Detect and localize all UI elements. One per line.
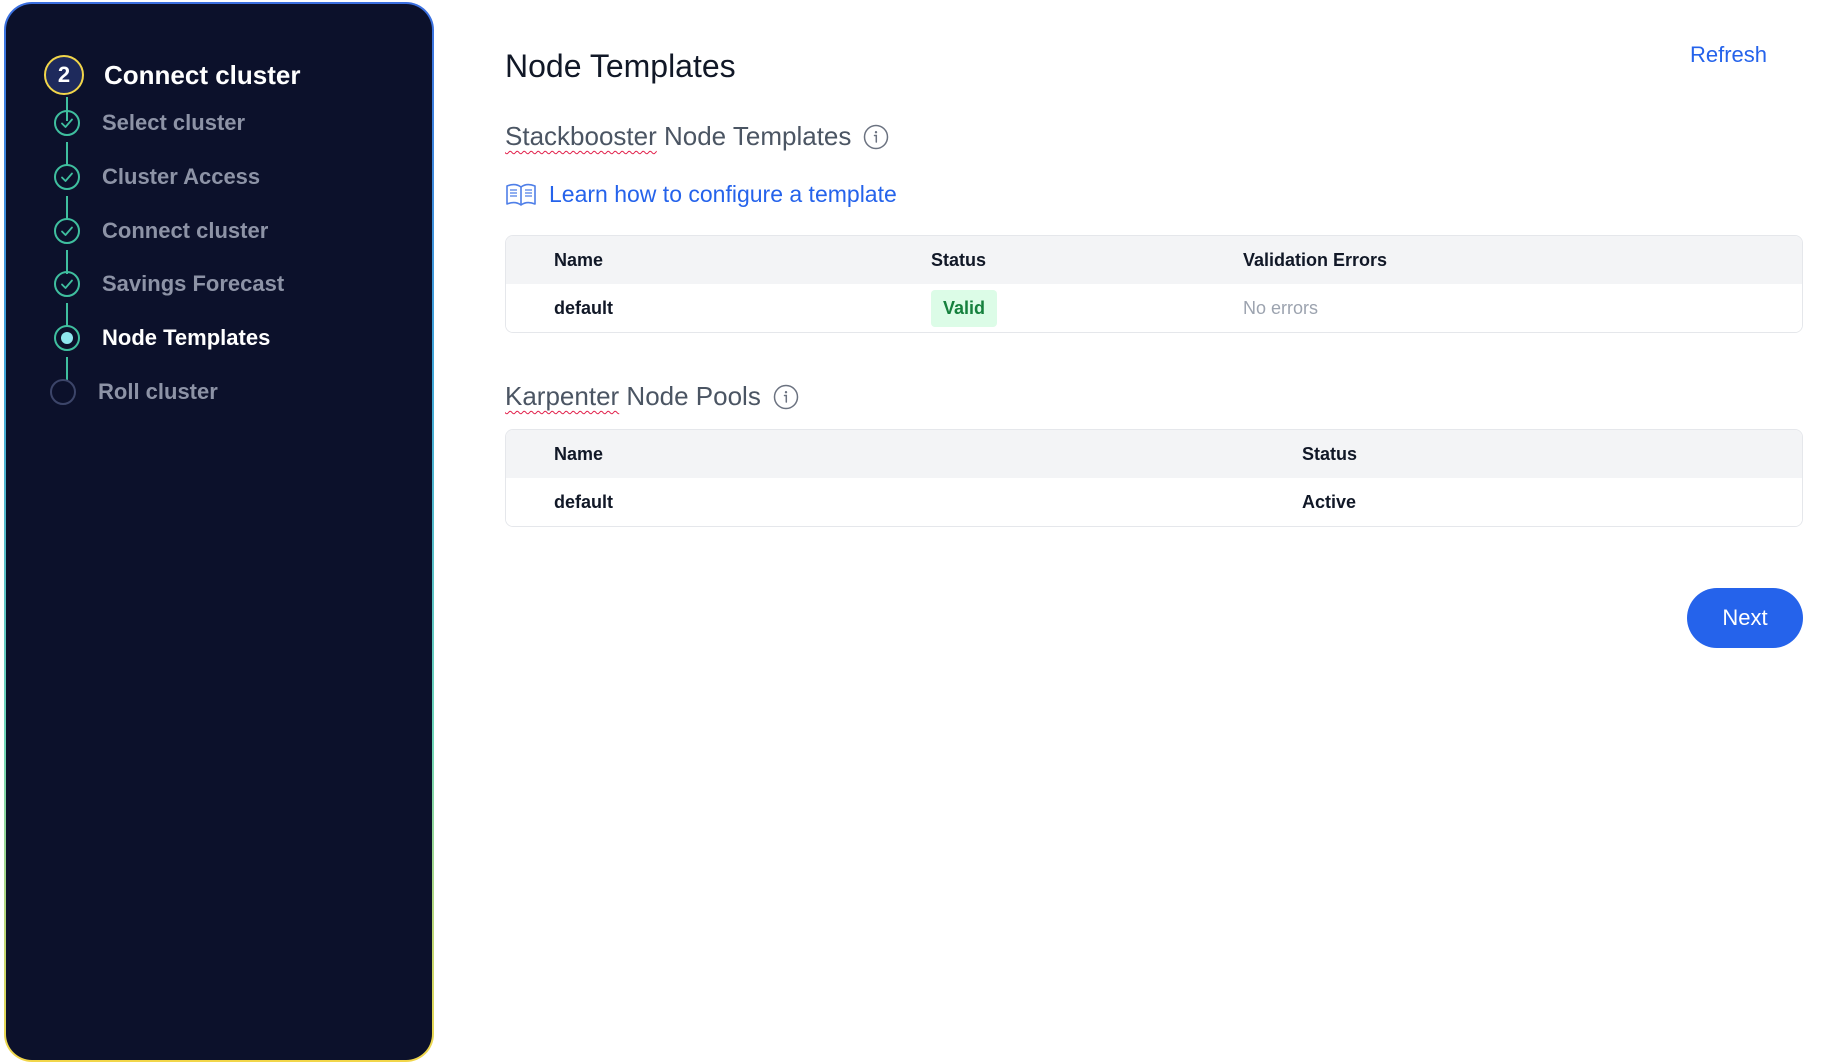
check-circle-icon — [54, 218, 80, 244]
pool-name-cell: default — [554, 492, 613, 513]
section-title-text: Node Templates — [657, 121, 852, 152]
template-name-cell: default — [554, 298, 613, 319]
column-header-name: Name — [554, 444, 603, 465]
brand-name: Stackbooster — [505, 121, 657, 152]
table-row[interactable]: default Valid No errors — [506, 284, 1802, 332]
check-circle-icon — [54, 164, 80, 190]
substep-node-templates[interactable]: Node Templates — [54, 323, 270, 353]
info-icon[interactable] — [773, 384, 799, 410]
column-header-validation-errors: Validation Errors — [1243, 250, 1387, 271]
column-header-status: Status — [1302, 444, 1357, 465]
check-circle-icon — [54, 110, 80, 136]
empty-circle-icon — [50, 379, 76, 405]
substep-label: Node Templates — [102, 325, 270, 351]
substep-label: Connect cluster — [102, 218, 268, 244]
table-row[interactable]: default Active — [506, 478, 1802, 526]
learn-link-label: Learn how to configure a template — [549, 181, 897, 208]
next-button[interactable]: Next — [1687, 588, 1803, 648]
current-step-icon — [54, 325, 80, 351]
column-header-name: Name — [554, 250, 603, 271]
pool-status-cell: Active — [1302, 492, 1356, 513]
substep-label: Roll cluster — [98, 379, 218, 405]
substep-label: Select cluster — [102, 110, 245, 136]
substep-label: Savings Forecast — [102, 271, 284, 297]
substep-savings-forecast[interactable]: Savings Forecast — [54, 269, 284, 299]
substep-label: Cluster Access — [102, 164, 260, 190]
templates-table: Name Status Validation Errors default Va… — [505, 235, 1803, 333]
substep-roll-cluster[interactable]: Roll cluster — [50, 377, 218, 407]
step-title: Connect cluster — [104, 60, 301, 91]
wizard-sidebar: 2 Connect cluster Select cluster Cluster… — [4, 2, 434, 1062]
validation-errors-cell: No errors — [1243, 298, 1318, 319]
current-step-header: 2 Connect cluster — [44, 55, 301, 95]
node-pools-table: Name Status default Active — [505, 429, 1803, 527]
section-title-text: Node Pools — [619, 381, 761, 412]
table-header: Name Status Validation Errors — [506, 236, 1802, 284]
step-number-badge: 2 — [44, 55, 84, 95]
status-badge: Valid — [931, 290, 997, 327]
column-header-status: Status — [931, 250, 986, 271]
main-content: Node Templates Refresh Stackbooster Node… — [505, 0, 1844, 1032]
status-cell: Valid — [931, 290, 997, 327]
substep-cluster-access[interactable]: Cluster Access — [54, 162, 260, 192]
substep-select-cluster[interactable]: Select cluster — [54, 108, 245, 138]
substep-connect-cluster[interactable]: Connect cluster — [54, 216, 268, 246]
templates-section-title: Stackbooster Node Templates — [505, 121, 889, 152]
info-icon[interactable] — [863, 124, 889, 150]
book-icon — [505, 182, 537, 208]
page-title: Node Templates — [505, 48, 736, 85]
wizard-sidebar-panel: 2 Connect cluster Select cluster Cluster… — [6, 4, 432, 1060]
brand-name: Karpenter — [505, 381, 619, 412]
refresh-link[interactable]: Refresh — [1690, 42, 1767, 68]
learn-configure-template-link[interactable]: Learn how to configure a template — [505, 181, 897, 208]
check-circle-icon — [54, 271, 80, 297]
pools-section-title: Karpenter Node Pools — [505, 381, 799, 412]
table-header: Name Status — [506, 430, 1802, 478]
